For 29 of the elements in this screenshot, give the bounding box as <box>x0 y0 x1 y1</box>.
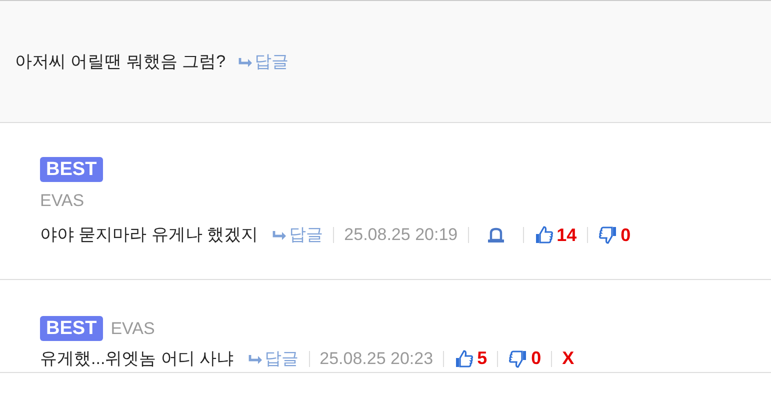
thumbs-up-icon <box>454 348 474 368</box>
like-button[interactable]: 5 <box>454 345 488 372</box>
reply-arrow-icon <box>272 230 288 240</box>
author-name: EVAS <box>110 318 155 340</box>
reply-arrow-icon <box>248 354 263 364</box>
comment-time: 25.08.25 20:23 <box>320 348 434 370</box>
thumbs-down-icon <box>508 348 528 368</box>
reply-link[interactable]: 답글 <box>248 346 299 372</box>
reply-link[interactable]: 답글 <box>272 222 324 248</box>
dislike-count: 0 <box>620 224 631 246</box>
thumbs-up-icon <box>534 225 554 245</box>
dislike-button[interactable]: 0 <box>598 222 631 248</box>
reply-link[interactable]: 답글 <box>238 48 289 74</box>
best-badge: BEST <box>40 157 103 182</box>
reply-arrow-icon <box>238 56 253 66</box>
best-badge: BEST <box>40 316 103 341</box>
like-count: 14 <box>556 224 577 246</box>
comment-text: 야야 묻지마라 유게나 했겠지 <box>40 224 258 246</box>
dislike-button[interactable]: 0 <box>508 345 542 372</box>
comment-text: 유게했...위엣놈 어디 사냐 <box>40 348 234 370</box>
author-name: EVAS <box>40 190 84 212</box>
comment-time: 25.08.25 20:19 <box>344 224 458 246</box>
thumbs-down-icon <box>598 225 618 245</box>
siren-icon[interactable] <box>486 227 505 243</box>
comment-text: 아저씨 어릴땐 뭐했음 그럼? <box>15 50 226 73</box>
dislike-count: 0 <box>531 347 542 370</box>
delete-button[interactable]: X <box>562 345 574 372</box>
like-button[interactable]: 14 <box>534 222 577 248</box>
like-count: 5 <box>477 347 488 370</box>
